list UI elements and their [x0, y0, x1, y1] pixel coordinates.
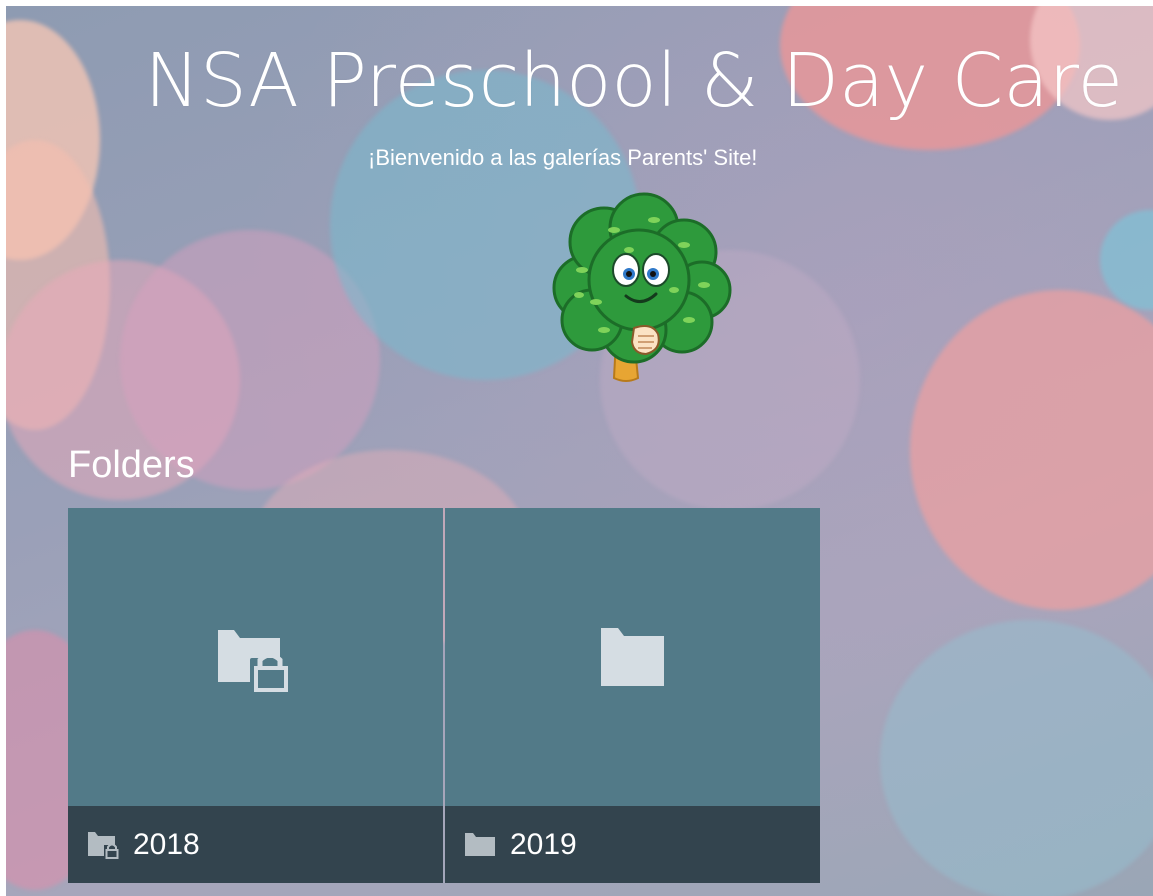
locked-folder-icon	[88, 831, 120, 859]
folder-label-bar: 2018	[68, 806, 443, 883]
folders-heading: Folders	[68, 444, 195, 486]
folder-icon	[600, 628, 664, 686]
locked-folder-icon	[217, 630, 290, 692]
folder-label-bar: 2019	[445, 806, 820, 883]
site-title: NSA Preschool & Day Care	[144, 38, 1123, 124]
frame-top	[0, 0, 1153, 6]
folder-tile-2019[interactable]: 2019	[445, 508, 820, 883]
welcome-subtitle: ¡Bienvenido a las galerías Parents' Site…	[368, 145, 758, 170]
folder-icon	[465, 832, 495, 856]
folder-preview	[68, 508, 443, 806]
tree-mascot-icon	[552, 192, 732, 382]
folder-name: 2018	[133, 827, 200, 861]
folder-name: 2019	[510, 827, 577, 861]
folder-preview	[445, 508, 820, 806]
frame-left	[0, 0, 6, 896]
folder-grid: 2018 2019	[68, 508, 820, 883]
folder-tile-2018[interactable]: 2018	[68, 508, 443, 883]
